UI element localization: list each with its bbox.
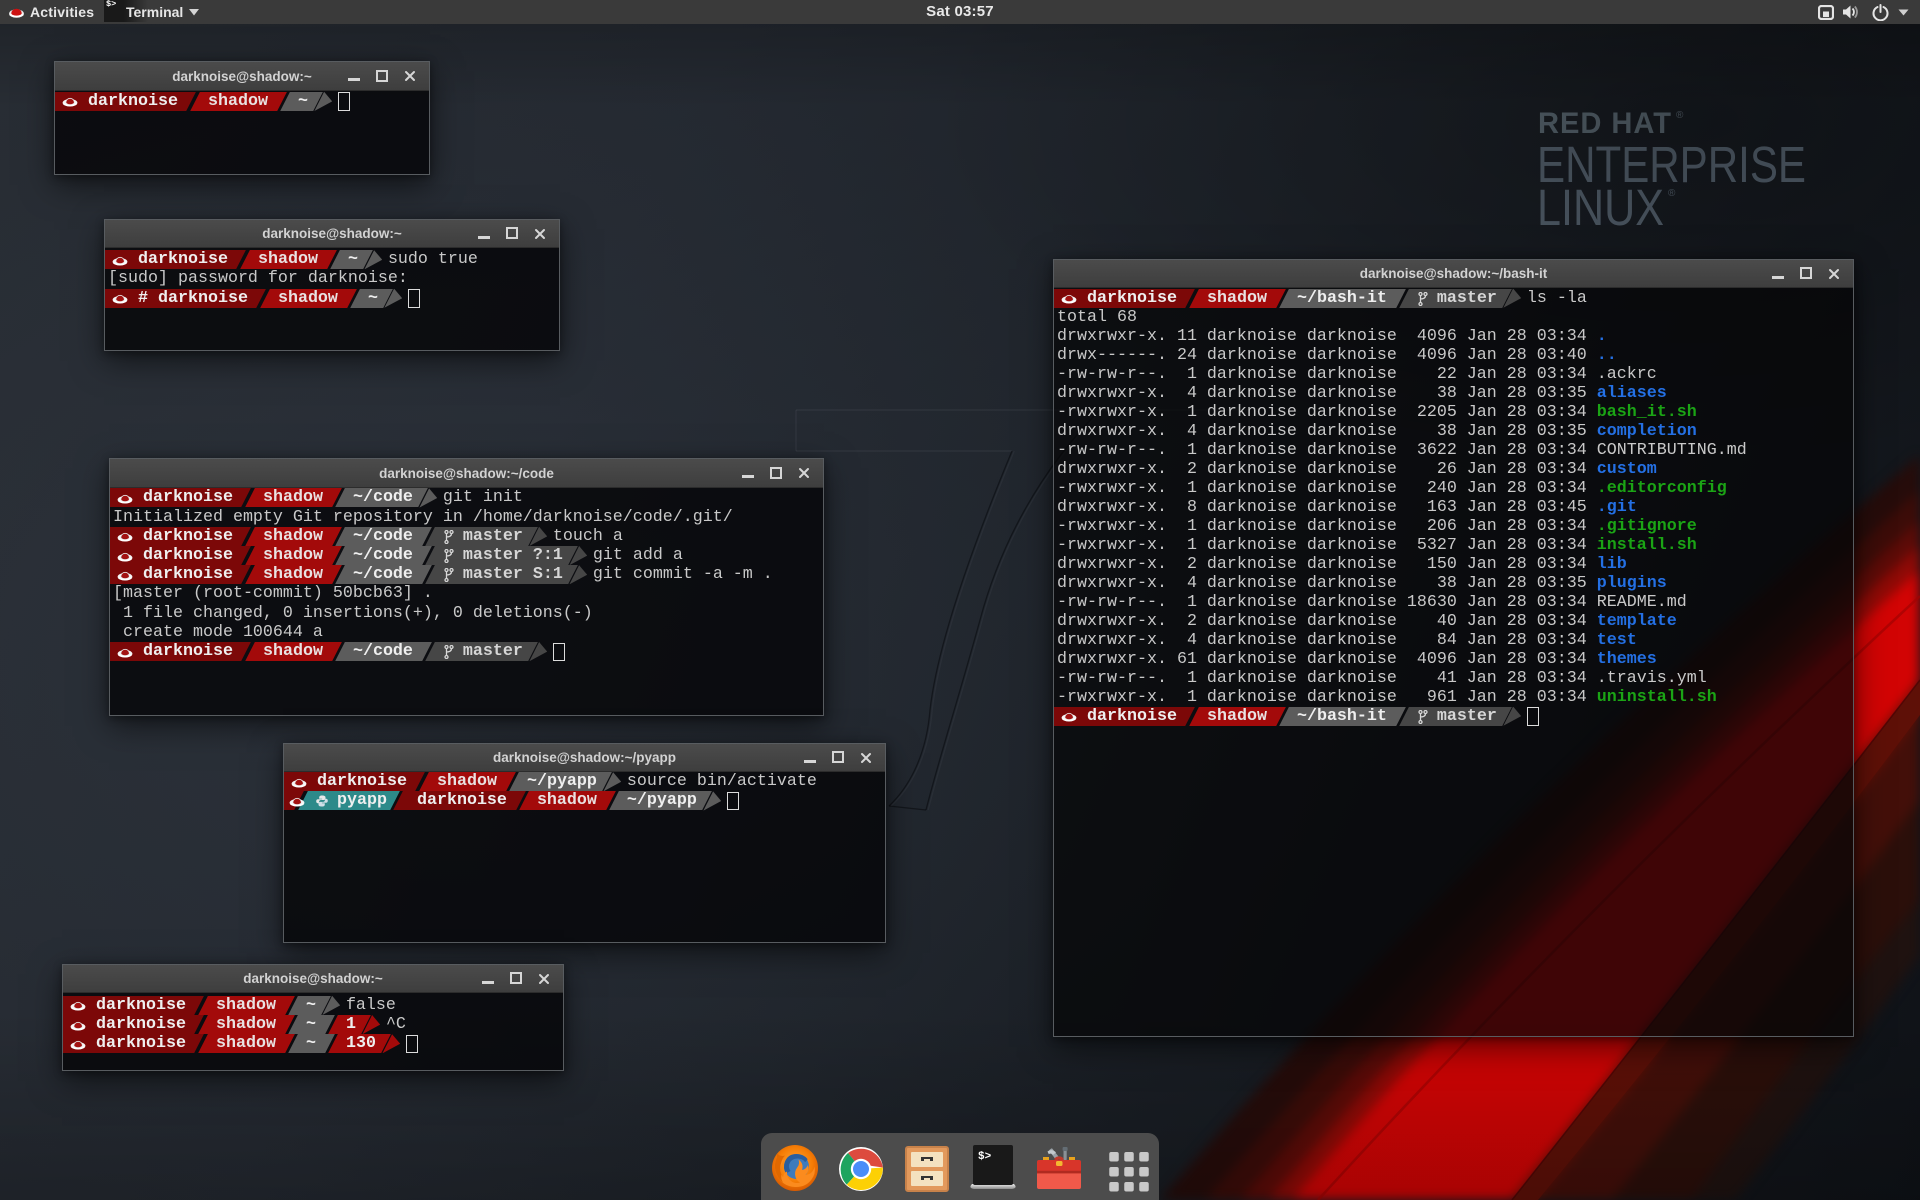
svg-text:LINUX: LINUX (1537, 179, 1664, 236)
svg-text:ENTERPRISE: ENTERPRISE (1537, 136, 1806, 193)
svg-text:$>: $> (978, 1151, 992, 1163)
svg-text:RED HAT: RED HAT (1538, 107, 1672, 140)
svg-text:®: ® (1668, 188, 1676, 199)
svg-text:®: ® (1676, 110, 1684, 121)
